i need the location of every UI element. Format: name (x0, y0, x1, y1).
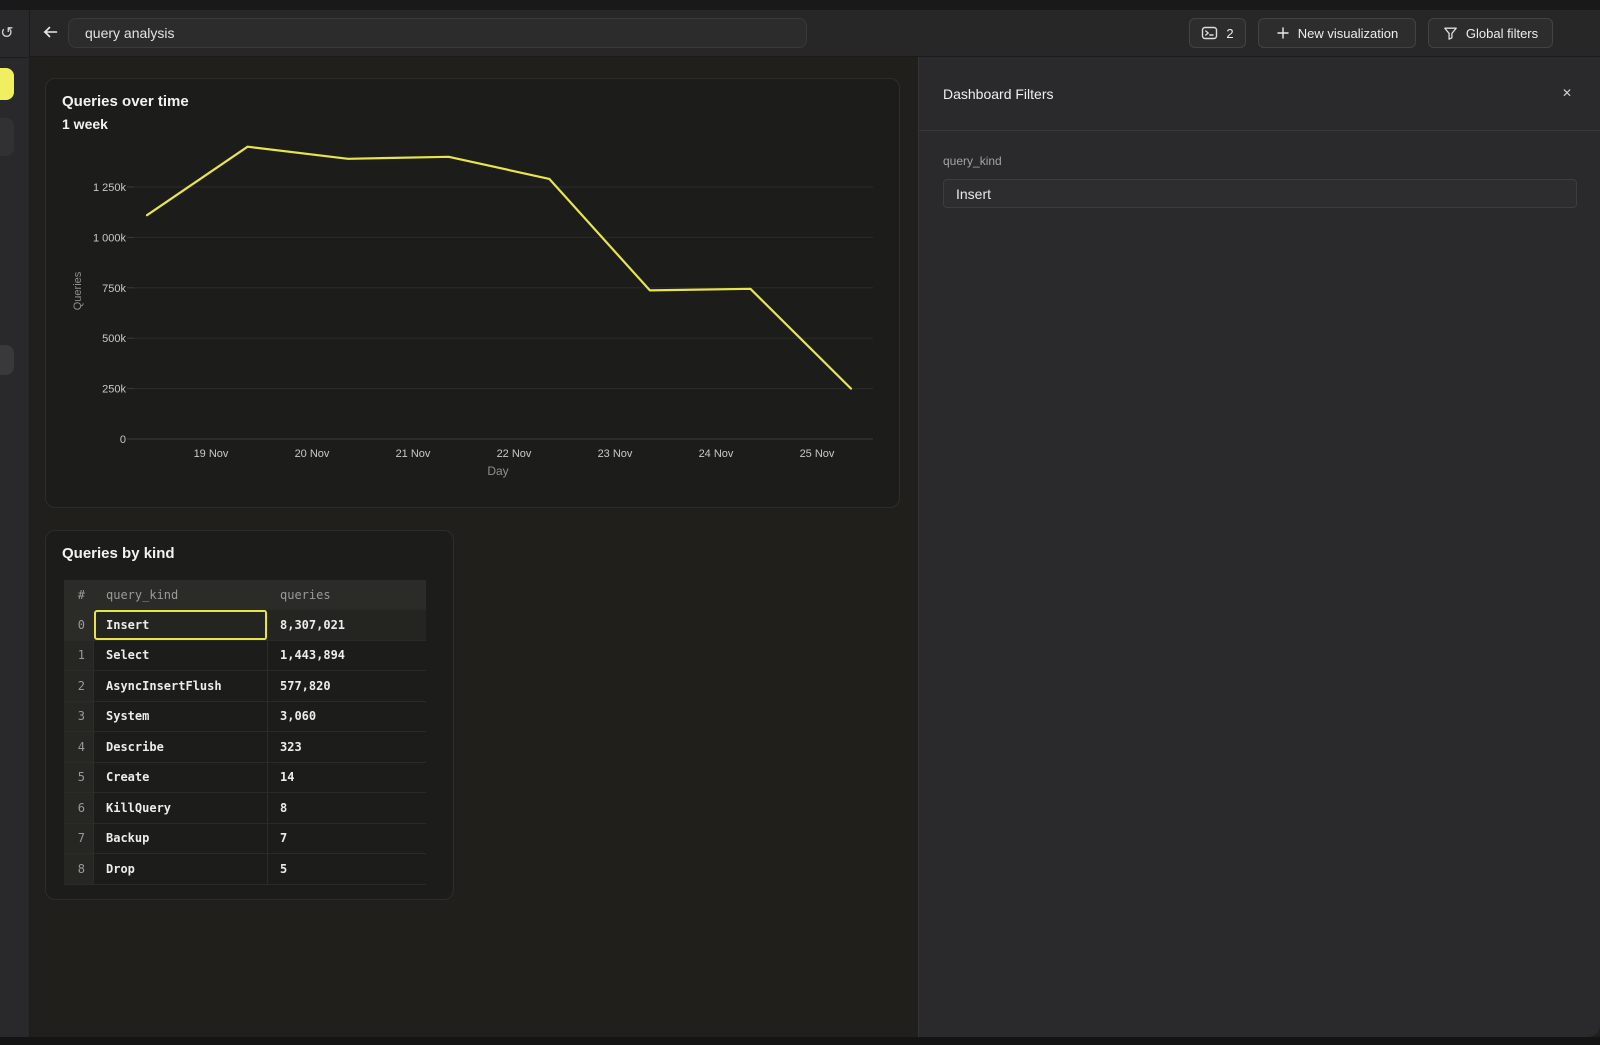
x-axis-title: Day (487, 464, 508, 478)
global-filters-label: Global filters (1466, 26, 1538, 41)
column-header-index: # (64, 580, 94, 609)
table-row: 1Select1,443,894 (64, 641, 426, 672)
history-icon[interactable]: ↺ (0, 22, 19, 46)
new-visualization-label: New visualization (1298, 26, 1398, 41)
window-bottom-strip (0, 1037, 1600, 1045)
y-tick-label: 750k (102, 283, 126, 295)
left-sidebar: ↺ (0, 10, 30, 1037)
row-index-cell: 1 (64, 641, 94, 671)
queries-over-time-card: Queries over time 1 week 0 250k 500k 750k 1 … (45, 78, 900, 508)
queries-value-cell[interactable]: 8,307,021 (268, 610, 426, 640)
table-title: Queries by kind (62, 545, 175, 562)
query-kind-cell[interactable]: AsyncInsertFlush (94, 671, 268, 701)
queries-value-cell[interactable]: 14 (268, 763, 426, 793)
row-index-cell: 6 (64, 793, 94, 823)
main-content: Queries over time 1 week 0 250k 500k 750k 1 … (30, 57, 918, 1037)
column-header-queries: queries (268, 580, 426, 609)
dashboard-title-input[interactable] (68, 18, 807, 48)
y-axis-title: Queries (72, 271, 84, 310)
filters-panel-title: Dashboard Filters (943, 86, 1054, 102)
query-kind-cell[interactable]: Select (94, 641, 268, 671)
filters-panel-divider (919, 130, 1600, 131)
x-tick-label: 21 Nov (396, 448, 431, 460)
table-header-row: #query_kindqueries (64, 580, 426, 610)
queries-value-cell[interactable]: 8 (268, 793, 426, 823)
y-tick-label: 1 000k (93, 232, 127, 244)
filter-field-label: query_kind (943, 154, 1002, 168)
row-index-cell: 2 (64, 671, 94, 701)
y-tick-label: 1 250k (93, 182, 127, 194)
x-tick-label: 23 Nov (598, 448, 633, 460)
plus-icon (1276, 26, 1290, 40)
table-row: 3System3,060 (64, 702, 426, 733)
queries-by-kind-card: Queries by kind #query_kindqueries0Inser… (45, 530, 454, 900)
row-index-cell: 5 (64, 763, 94, 793)
x-tick-label: 20 Nov (295, 448, 330, 460)
chart-title: Queries over time (62, 93, 189, 110)
chart-subtitle: 1 week (62, 116, 108, 132)
row-index-cell: 0 (64, 610, 94, 640)
visualization-thumbnail-active[interactable] (0, 68, 14, 100)
y-tick-label: 500k (102, 333, 126, 345)
row-index-cell: 4 (64, 732, 94, 762)
queries-value-cell[interactable]: 323 (268, 732, 426, 762)
close-icon[interactable]: ✕ (1558, 84, 1576, 102)
query-kind-cell[interactable]: KillQuery (94, 793, 268, 823)
queries-over-time-chart[interactable]: 0 250k 500k 750k 1 000k 1 250k 19 Nov 20 Nov 21 … (46, 134, 899, 507)
new-visualization-button[interactable]: New visualization (1258, 18, 1416, 48)
queries-value-cell[interactable]: 5 (268, 854, 426, 884)
x-tick-label: 24 Nov (699, 448, 734, 460)
row-index-cell: 7 (64, 824, 94, 854)
table-row: 6KillQuery8 (64, 793, 426, 824)
table-row: 4Describe323 (64, 732, 426, 763)
terminal-icon (1201, 25, 1218, 41)
console-count: 2 (1226, 26, 1233, 41)
row-index-cell: 8 (64, 854, 94, 884)
query-kind-cell[interactable]: Backup (94, 824, 268, 854)
query-kind-cell[interactable]: System (94, 702, 268, 732)
sidebar-divider (0, 57, 30, 58)
query-kind-cell[interactable]: Describe (94, 732, 268, 762)
queries-value-cell[interactable]: 3,060 (268, 702, 426, 732)
topbar: 2 New visualization Global filters (30, 10, 1600, 57)
dashboard-app: ↺ 2 New visualization (0, 0, 1600, 1045)
y-tick-label: 0 (120, 434, 126, 446)
table-row: 7Backup7 (64, 824, 426, 855)
query-kind-cell[interactable]: Drop (94, 854, 268, 884)
back-button[interactable] (36, 18, 64, 48)
table-row: 0Insert8,307,021 (64, 610, 426, 641)
query-kind-cell[interactable]: Insert (94, 610, 268, 640)
table-row: 8Drop5 (64, 854, 426, 885)
queries-value-cell[interactable]: 1,443,894 (268, 641, 426, 671)
queries-value-cell[interactable]: 577,820 (268, 671, 426, 701)
x-tick-label: 25 Nov (800, 448, 835, 460)
queries-value-cell[interactable]: 7 (268, 824, 426, 854)
visualization-thumbnail[interactable] (0, 118, 14, 156)
queries-line-series (147, 147, 851, 389)
y-tick-label: 250k (102, 384, 126, 396)
window-top-strip (0, 0, 1600, 10)
row-index-cell: 3 (64, 702, 94, 732)
arrow-left-icon (41, 24, 59, 43)
column-header-query-kind: query_kind (94, 580, 268, 609)
table-row: 2AsyncInsertFlush577,820 (64, 671, 426, 702)
global-filters-button[interactable]: Global filters (1428, 18, 1553, 48)
dashboard-filters-panel: Dashboard Filters ✕ query_kind (918, 57, 1600, 1037)
visualization-thumbnail[interactable] (0, 345, 14, 375)
query-kind-cell[interactable]: Create (94, 763, 268, 793)
funnel-icon (1443, 26, 1458, 41)
console-count-button[interactable]: 2 (1189, 18, 1246, 48)
x-tick-label: 22 Nov (497, 448, 532, 460)
table-row: 5Create14 (64, 763, 426, 794)
x-tick-label: 19 Nov (194, 448, 229, 460)
query-kind-filter-input[interactable] (943, 179, 1577, 208)
queries-by-kind-table: #query_kindqueries0Insert8,307,0211Selec… (64, 580, 426, 885)
